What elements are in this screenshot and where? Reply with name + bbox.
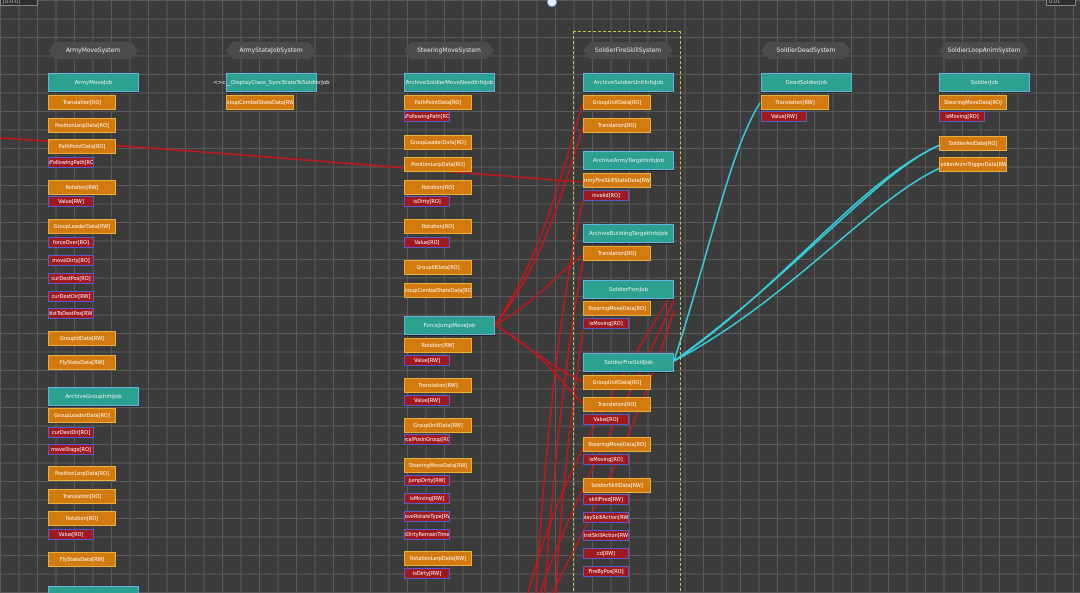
component-slot[interactable]: isDirty[RO]: [404, 196, 450, 207]
job-node[interactable]: ArchiveGroupInfoJob: [48, 387, 139, 406]
component-slot[interactable]: moveRotateType[RW]: [404, 511, 450, 522]
component-slot[interactable]: SteeringMoveData[RO]: [583, 437, 651, 452]
component-slot[interactable]: Translation[RO]: [583, 397, 651, 412]
component-slot[interactable]: jumpDirty[RW]: [404, 475, 450, 486]
job-node[interactable]: ArchiveSoldierMoveNeedInfoJob: [404, 73, 495, 92]
component-slot[interactable]: FlyStateData[RW]: [48, 355, 116, 370]
component-slot[interactable]: PositionLerpData[RO]: [48, 466, 116, 481]
component-slot[interactable]: GroupLeaderData[RW]: [48, 219, 116, 234]
component-slot[interactable]: isMoving[RO]: [583, 318, 629, 329]
component-slot[interactable]: SteeringMoveData[RO]: [939, 95, 1007, 110]
component-slot[interactable]: isMoving[RW]: [404, 493, 450, 504]
job-node[interactable]: [48, 586, 139, 593]
component-slot[interactable]: Rotation[RO]: [48, 511, 116, 526]
cyan-link: [673, 102, 761, 362]
component-slot[interactable]: GroupCombatStateData[RW]: [226, 95, 294, 110]
zoom-field[interactable]: [0-0-0]: [0, 0, 38, 6]
component-slot[interactable]: GroupUnitData[RO]: [583, 375, 651, 390]
component-slot[interactable]: Value[RW]: [761, 111, 807, 122]
system-header[interactable]: ArmyStateJobSystem: [226, 42, 316, 59]
job-node[interactable]: ArmyMoveJob: [48, 73, 139, 92]
component-slot[interactable]: isMoving[RO]: [939, 111, 985, 122]
component-slot[interactable]: PathPointData[RO]: [404, 95, 472, 110]
component-slot[interactable]: SoldierAnimTriggerData[RW]: [939, 157, 1007, 172]
system-header[interactable]: SoldierDeadSystem: [761, 42, 851, 59]
component-slot[interactable]: SteeringMoveData[RW]: [404, 458, 472, 473]
cyan-link: [673, 144, 941, 362]
system-header[interactable]: SoldierLoopAnimSystem: [939, 42, 1029, 59]
component-slot[interactable]: ArmyFireSkillStateData[RW]: [583, 173, 651, 188]
component-slot[interactable]: SoldierAniData[RO]: [939, 136, 1007, 151]
cyan-link: [673, 144, 941, 362]
component-slot[interactable]: PathPointData[RO]: [48, 139, 116, 154]
component-slot[interactable]: GroupUnitData[RO]: [583, 95, 651, 110]
job-node[interactable]: SoldierFsmJob: [583, 280, 674, 299]
graph-canvas[interactable]: ArmyMoveSystem ArmyStateJobSystem Steeri…: [0, 0, 1080, 593]
job-node[interactable]: SoldierFireSkillJob: [583, 353, 674, 372]
component-slot[interactable]: forceOver[RO]: [48, 237, 94, 248]
component-slot[interactable]: Value[RO]: [404, 237, 450, 248]
component-slot[interactable]: Rotation[RW]: [404, 338, 472, 353]
red-link: [494, 102, 584, 326]
component-slot[interactable]: Value[RW]: [404, 355, 450, 366]
component-slot[interactable]: Rotation[RO]: [404, 219, 472, 234]
component-slot[interactable]: GroupIdData[RW]: [48, 331, 116, 346]
component-slot[interactable]: Value[RO]: [583, 414, 629, 425]
component-slot[interactable]: Translation[RO]: [583, 118, 651, 133]
component-slot[interactable]: curDestPos[RO]: [48, 273, 94, 284]
link-layer: [0, 102, 941, 593]
component-slot[interactable]: moveDirty[RO]: [48, 255, 94, 266]
component-slot[interactable]: distToDestPos[RW]: [48, 308, 94, 319]
component-slot[interactable]: Translation[RO]: [48, 489, 116, 504]
component-slot[interactable]: invalid[RO]: [583, 190, 629, 201]
component-slot[interactable]: PositionLerpData[RO]: [404, 157, 472, 172]
red-link: [494, 324, 584, 383]
component-slot[interactable]: Translation[RW]: [404, 378, 472, 393]
component-slot[interactable]: GroupCombatStateData[RO]: [404, 283, 472, 298]
component-slot[interactable]: RotationLerpData[RW]: [404, 551, 472, 566]
component-slot[interactable]: isFollowingPath[RO]: [48, 157, 94, 168]
system-header[interactable]: SteeringMoveSystem: [404, 42, 494, 59]
value-field[interactable]: 0.01: [1046, 0, 1076, 6]
component-slot[interactable]: FlyStateData[RW]: [48, 552, 116, 567]
component-slot[interactable]: isDirty[RW]: [404, 568, 450, 579]
component-slot[interactable]: moveStage[RO]: [48, 444, 94, 455]
component-slot[interactable]: PositionLerpData[RO]: [48, 118, 116, 133]
component-slot[interactable]: playSkillAction[RW]: [583, 512, 629, 523]
red-link: [494, 126, 584, 326]
system-header[interactable]: SoldierFireSkillSystem: [583, 42, 673, 59]
job-node[interactable]: ArchiveBuildingTargetInfoJob: [583, 224, 674, 243]
system-header[interactable]: ArmyMoveSystem: [48, 42, 138, 59]
component-slot[interactable]: Rotation[RW]: [48, 180, 116, 195]
component-slot[interactable]: moveDirtyRemainTime[RW]: [404, 529, 450, 540]
component-slot[interactable]: isMoving[RO]: [583, 454, 629, 465]
component-slot[interactable]: Value[RW]: [404, 395, 450, 406]
component-slot[interactable]: Translation[RW]: [761, 95, 829, 110]
job-node[interactable]: ForceJumpMoveJob: [404, 316, 495, 335]
component-slot[interactable]: GroupLeaderData[RO]: [404, 135, 472, 150]
component-slot[interactable]: isFollowingPath[RO]: [404, 111, 450, 122]
component-slot[interactable]: Value[RW]: [48, 196, 94, 207]
component-slot[interactable]: Translation[RO]: [48, 95, 116, 110]
component-slot[interactable]: SoldierSkillData[RW]: [583, 478, 651, 493]
component-slot[interactable]: firstSkillAction[RW]: [583, 530, 629, 541]
component-slot[interactable]: GroupUnitData[RW]: [404, 418, 472, 433]
component-slot[interactable]: FireByPos[RO]: [583, 566, 629, 577]
component-slot[interactable]: GroupIdData[RO]: [404, 260, 472, 275]
component-slot[interactable]: GroupLeaderData[RO]: [48, 408, 116, 423]
component-slot[interactable]: cd[RW]: [583, 548, 629, 559]
job-node[interactable]: ArchiveSoldierUnitInfoJob: [583, 73, 674, 92]
component-slot[interactable]: Rotation[RO]: [404, 180, 472, 195]
component-slot[interactable]: curDestDir[RO]: [48, 427, 94, 438]
job-node[interactable]: ArchiveArmyTargetInfoJob: [583, 151, 674, 170]
component-slot[interactable]: skillFired[RW]: [583, 494, 629, 505]
component-slot[interactable]: SteeringMoveData[RO]: [583, 301, 651, 316]
job-node[interactable]: DeadSoldierJob: [761, 73, 852, 92]
component-slot[interactable]: localPosInGroup[RO]: [404, 434, 450, 445]
component-slot[interactable]: curDestDir[RW]: [48, 291, 94, 302]
job-node[interactable]: <>c__DisplayClass_SyncStateToSoldierJob: [213, 73, 330, 92]
component-slot[interactable]: Value[RO]: [48, 529, 94, 540]
job-node[interactable]: SoldierJob: [939, 73, 1030, 92]
component-slot[interactable]: Translation[RO]: [583, 246, 651, 261]
